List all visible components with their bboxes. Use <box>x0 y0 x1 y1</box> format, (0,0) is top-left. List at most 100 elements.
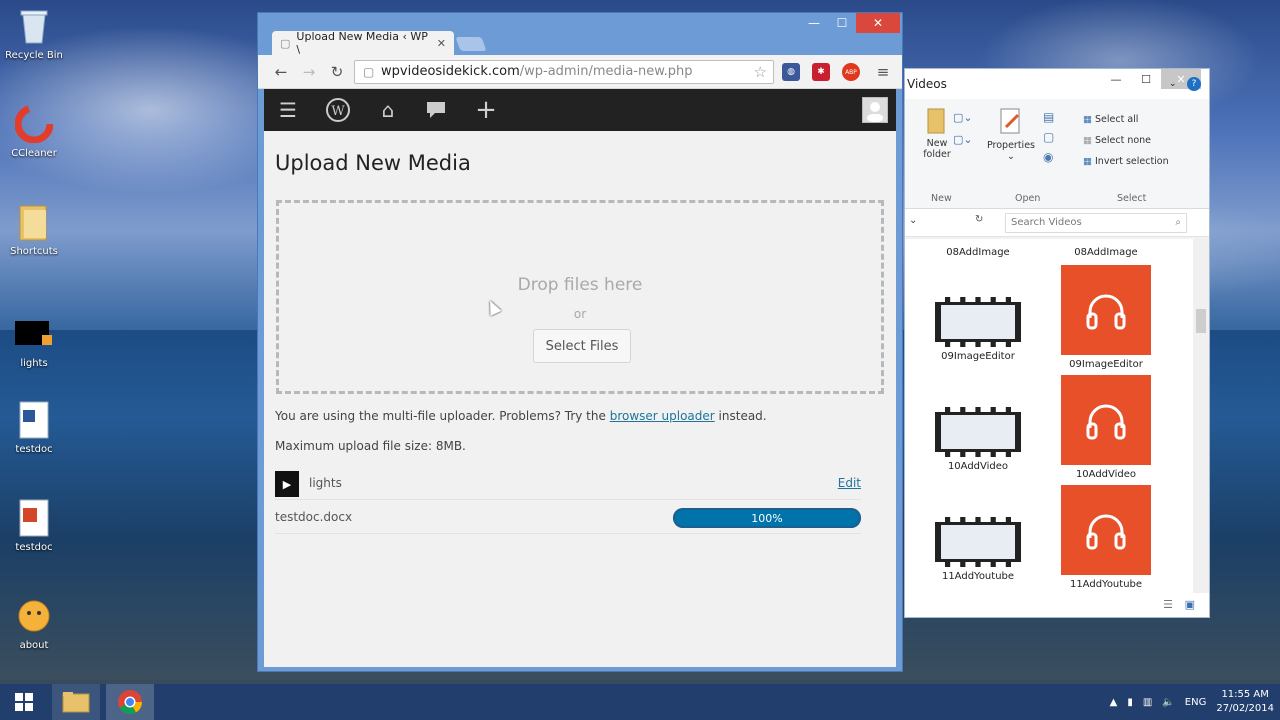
start-button[interactable] <box>0 684 48 720</box>
desktop-icon-label: testdoc <box>15 444 53 455</box>
select-all-label: Select all <box>1095 114 1139 125</box>
file-item[interactable]: 11AddYoutube <box>1051 485 1161 590</box>
desktop-icon-testdoc-ppt[interactable]: testdoc <box>4 498 64 553</box>
properties-button[interactable]: Properties ⌄ <box>985 107 1037 162</box>
properties-label: Properties <box>986 140 1035 151</box>
address-dropdown-icon[interactable]: ⌄ <box>909 215 917 226</box>
menu-hamburger-icon[interactable]: ☰ <box>274 97 302 123</box>
svg-text:W: W <box>331 104 345 119</box>
extension-red-icon[interactable]: ✱ <box>812 63 830 81</box>
folder-icon <box>62 692 90 713</box>
powerpoint-document-icon <box>14 498 54 538</box>
forward-icon[interactable]: → <box>298 62 320 82</box>
headphones-icon <box>1061 485 1151 575</box>
file-label: 08AddImage <box>946 247 1010 258</box>
home-icon[interactable]: ⌂ <box>374 97 402 123</box>
url-path: /wp-admin/media-new.php <box>519 64 693 79</box>
network-icon[interactable]: ▥ <box>1143 697 1152 708</box>
comments-icon[interactable] <box>422 97 450 123</box>
desktop-icon-label: testdoc <box>15 542 53 553</box>
new-item-icon[interactable]: ▢⌄ ▢⌄ <box>953 107 973 151</box>
taskbar-chrome[interactable] <box>106 684 154 720</box>
media-item-name: lights <box>309 476 342 490</box>
uploader-info: You are using the multi-file uploader. P… <box>275 409 767 423</box>
file-item[interactable]: 09ImageEditor <box>923 297 1033 362</box>
explorer-scrollbar[interactable] <box>1193 239 1209 594</box>
reload-icon[interactable]: ↻ <box>326 62 348 82</box>
file-item[interactable]: 08AddImage <box>923 247 1033 258</box>
volume-icon[interactable]: 🔈 <box>1162 697 1174 708</box>
add-new-icon[interactable]: + <box>472 95 500 125</box>
file-label: 11AddYoutube <box>1069 579 1143 590</box>
menu-icon[interactable]: ≡ <box>872 62 894 82</box>
browser-tab-strip: ▢ Upload New Media ‹ WP \ ✕ — ☐ ✕ <box>258 13 902 56</box>
details-view-icon[interactable]: ☰ <box>1163 598 1173 611</box>
browser-uploader-link[interactable]: browser uploader <box>610 409 715 423</box>
tray-expand-icon[interactable]: ▲ <box>1110 697 1118 708</box>
file-explorer-window: Videos — ☐ ✕ ⌄ ? New folder ▢⌄ ▢⌄ Propert… <box>904 68 1210 618</box>
explorer-search-input[interactable]: Search Videos ⌕ <box>1005 213 1187 233</box>
minimize-icon[interactable]: — <box>1101 69 1131 89</box>
back-icon[interactable]: ← <box>270 62 292 82</box>
invert-selection-icon: ▦ <box>1083 156 1095 167</box>
page-title: Upload New Media <box>275 151 471 175</box>
address-bar[interactable]: ▢ wpvideosidekick.com/wp-admin/media-new… <box>354 60 774 84</box>
file-item[interactable]: 08AddImage <box>1051 247 1161 258</box>
bookmark-star-icon[interactable]: ☆ <box>754 63 767 81</box>
desktop-icon-lights[interactable]: lights <box>4 314 64 369</box>
explorer-ribbon: New folder ▢⌄ ▢⌄ Properties ⌄ ▤ ▢ ◉ ▦ Selec… <box>905 99 1209 209</box>
battery-icon[interactable]: ▮ <box>1127 697 1133 708</box>
large-icons-view-icon[interactable]: ▣ <box>1185 598 1195 611</box>
maximize-icon[interactable]: ☐ <box>828 13 856 33</box>
input-language[interactable]: ENG <box>1185 697 1207 708</box>
tab-close-icon[interactable]: ✕ <box>437 37 446 50</box>
select-files-button[interactable]: Select Files <box>533 329 631 363</box>
video-thumbnail-icon <box>935 407 1021 457</box>
folder-icon <box>14 202 54 242</box>
scrollbar-thumb[interactable] <box>1196 309 1206 333</box>
desktop-icon-about[interactable]: about <box>4 596 64 651</box>
select-none-button[interactable]: ▦ Select none <box>1083 130 1169 151</box>
desktop-icon-ccleaner[interactable]: CCleaner <box>4 104 64 159</box>
adblock-plus-icon[interactable]: ABP <box>842 63 860 81</box>
clock-date: 27/02/2014 <box>1216 703 1274 714</box>
file-item[interactable]: 10AddVideo <box>923 407 1033 472</box>
new-tab-button[interactable] <box>455 37 487 51</box>
desktop-icon-shortcuts[interactable]: Shortcuts <box>4 202 64 257</box>
refresh-icon[interactable]: ↻ <box>975 214 983 225</box>
video-thumbnail-icon <box>935 297 1021 347</box>
new-folder-icon <box>927 108 945 134</box>
uploader-text-post: instead. <box>718 409 767 423</box>
desktop-icon-recycle-bin[interactable]: Recycle Bin <box>4 6 64 61</box>
desktop-icon-testdoc-word[interactable]: testdoc <box>4 400 64 455</box>
help-icon[interactable]: ? <box>1187 77 1201 91</box>
file-label: 09ImageEditor <box>941 351 1015 362</box>
file-item[interactable]: 10AddVideo <box>1051 375 1161 480</box>
select-all-button[interactable]: ▦ Select all <box>1083 109 1169 130</box>
browser-tab[interactable]: ▢ Upload New Media ‹ WP \ ✕ <box>272 30 454 56</box>
select-none-label: Select none <box>1095 135 1152 146</box>
select-none-icon: ▦ <box>1083 135 1095 146</box>
ribbon-expand-icon[interactable]: ⌄ <box>1169 79 1177 89</box>
desktop-icon-label: about <box>19 640 49 651</box>
invert-selection-button[interactable]: ▦ Invert selection <box>1083 151 1169 172</box>
extension-user-icon[interactable]: ◍ <box>782 63 800 81</box>
file-drop-zone[interactable]: Drop files here or Select Files <box>276 200 884 394</box>
file-item[interactable]: 11AddYoutube <box>923 517 1033 582</box>
open-actions-icons[interactable]: ▤ ▢ ◉ <box>1043 107 1054 167</box>
upload-progress-bar: 100% <box>673 508 861 528</box>
about-icon <box>14 596 54 636</box>
media-item-row: ▶ lights Edit <box>275 466 861 500</box>
taskbar-file-explorer[interactable] <box>52 684 100 720</box>
edit-link[interactable]: Edit <box>838 476 861 490</box>
maximize-icon[interactable]: ☐ <box>1131 69 1161 89</box>
minimize-icon[interactable]: — <box>800 13 828 33</box>
wordpress-logo-icon[interactable]: W <box>324 97 352 123</box>
file-item[interactable]: 09ImageEditor <box>1051 265 1161 370</box>
close-icon[interactable]: ✕ <box>856 13 900 33</box>
properties-dropdown-icon: ⌄ <box>1007 151 1015 162</box>
desktop-icon-label: Recycle Bin <box>5 50 63 61</box>
clock[interactable]: 11:55 AM 27/02/2014 <box>1216 688 1274 716</box>
user-avatar[interactable] <box>862 97 888 123</box>
word-document-icon <box>14 400 54 440</box>
